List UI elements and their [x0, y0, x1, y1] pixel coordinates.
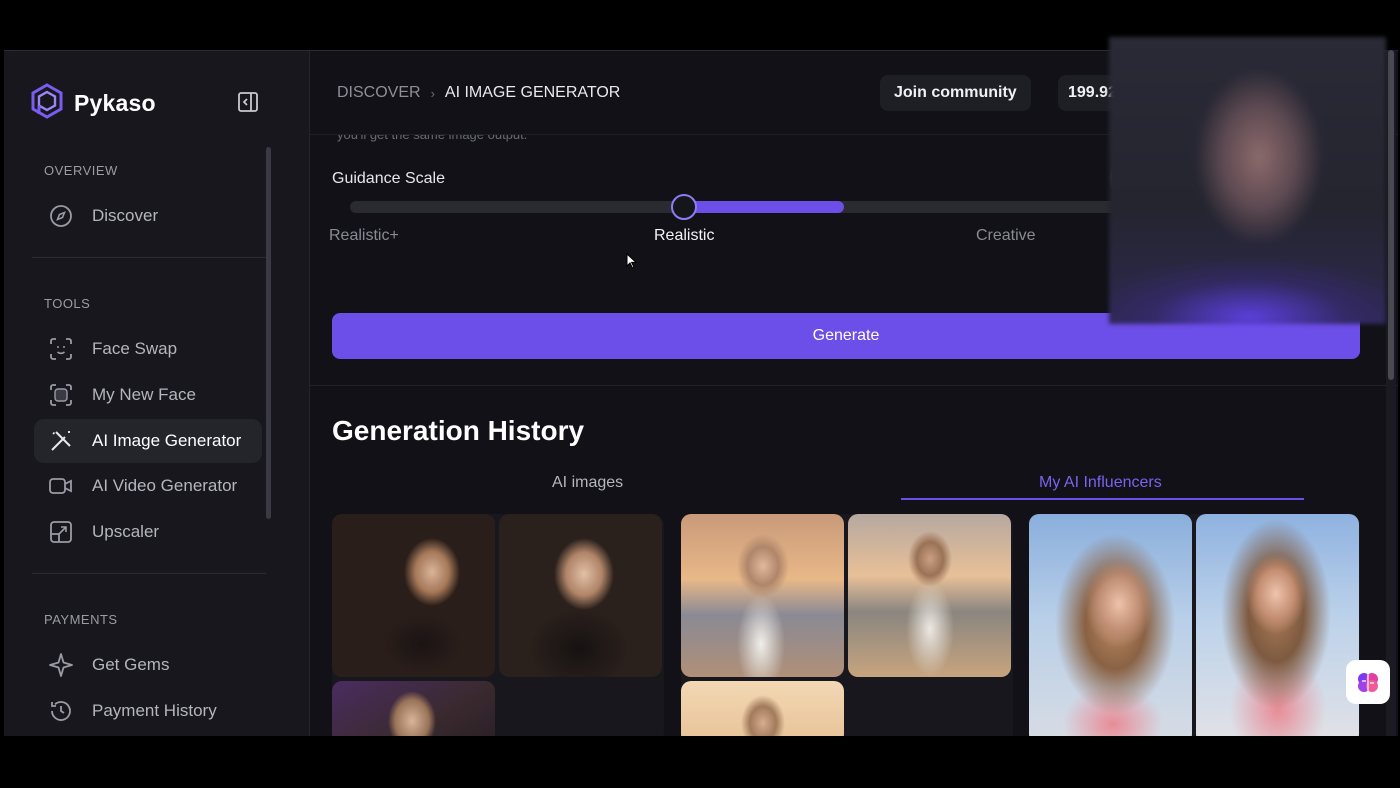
brand[interactable]: Pykaso [30, 83, 156, 124]
history-group-3[interactable] [1029, 514, 1360, 736]
generated-image[interactable] [332, 514, 495, 677]
generated-image[interactable] [1029, 514, 1192, 736]
generated-image[interactable] [681, 681, 844, 736]
webcam-overlay [1109, 37, 1386, 324]
section-tools: TOOLS [44, 296, 91, 311]
sidebar-item-face-swap[interactable]: Face Swap [34, 327, 262, 371]
pykaso-logo-icon [30, 83, 64, 124]
scale-label-creative[interactable]: Creative [976, 227, 1036, 245]
guidance-scale-slider[interactable] [350, 201, 1130, 213]
chevron-right-icon: › [430, 85, 435, 101]
breadcrumb-current: AI IMAGE GENERATOR [444, 84, 621, 101]
sidebar-item-payment-history[interactable]: Payment History [34, 689, 262, 733]
section-payments: PAYMENTS [44, 612, 118, 627]
sparkle-icon [48, 652, 74, 678]
brand-name: Pykaso [74, 90, 156, 116]
section-overview: OVERVIEW [44, 163, 118, 178]
scale-label-realistic-plus[interactable]: Realistic+ [329, 227, 399, 245]
sidebar-item-ai-video-generator[interactable]: AI Video Generator [34, 464, 262, 508]
sidebar-item-my-new-face[interactable]: My New Face [34, 373, 262, 417]
mouse-cursor-icon [626, 252, 638, 274]
sidebar-item-label: Payment History [92, 701, 217, 720]
sidebar-item-label: AI Video Generator [92, 476, 238, 495]
history-group-2[interactable] [681, 514, 1013, 736]
breadcrumb: DISCOVER › AI IMAGE GENERATOR [337, 84, 620, 102]
page-scrollbar[interactable] [1386, 50, 1396, 736]
sidebar-item-label: Face Swap [92, 339, 178, 358]
face-scan-icon [48, 336, 74, 362]
collapse-sidebar-icon[interactable] [236, 90, 260, 114]
active-tab-indicator [901, 498, 1304, 500]
brain-icon[interactable] [1346, 660, 1390, 704]
sidebar-item-label: Upscaler [92, 522, 160, 541]
history-group-1[interactable] [332, 514, 664, 736]
sidebar: Pykaso OVERVIEW Discover TOOLS Face Swap… [4, 51, 310, 736]
sidebar-item-label: AI Image Generator [92, 431, 242, 450]
face-frame-icon [48, 382, 74, 408]
tab-my-ai-influencers[interactable]: My AI Influencers [1039, 474, 1162, 492]
scrollbar-thumb[interactable] [1388, 50, 1394, 380]
history-gallery [332, 514, 1360, 736]
history-icon [48, 698, 74, 724]
sidebar-item-upscaler[interactable]: Upscaler [34, 510, 262, 554]
video-camera-icon [48, 473, 74, 499]
generated-image[interactable] [499, 514, 662, 677]
slider-handle[interactable] [671, 194, 697, 220]
sidebar-item-ai-image-generator[interactable]: AI Image Generator [34, 419, 262, 463]
sidebar-item-get-gems[interactable]: Get Gems [34, 643, 262, 687]
sidebar-scrollbar[interactable] [266, 147, 271, 519]
sidebar-divider [32, 257, 266, 258]
scale-label-realistic[interactable]: Realistic [654, 227, 714, 245]
sidebar-item-label: Get Gems [92, 655, 170, 674]
tab-ai-images[interactable]: AI images [552, 474, 623, 492]
generated-image[interactable] [1196, 514, 1359, 736]
generated-image[interactable] [848, 514, 1011, 677]
generated-image[interactable] [681, 514, 844, 677]
sidebar-divider [32, 573, 266, 574]
sidebar-item-label: Discover [92, 206, 159, 225]
generated-image[interactable] [332, 681, 495, 736]
compass-icon [48, 203, 74, 229]
guidance-scale-label: Guidance Scale [332, 170, 445, 187]
sidebar-item-discover[interactable]: Discover [34, 194, 262, 238]
sidebar-item-label: My New Face [92, 385, 196, 404]
breadcrumb-discover[interactable]: DISCOVER [337, 84, 421, 102]
slider-fill [684, 201, 844, 213]
generation-history-title: Generation History [332, 415, 585, 446]
upscale-icon [48, 519, 74, 545]
magic-wand-icon [48, 428, 74, 454]
section-divider [310, 385, 1398, 386]
join-community-button[interactable]: Join community [880, 75, 1031, 111]
